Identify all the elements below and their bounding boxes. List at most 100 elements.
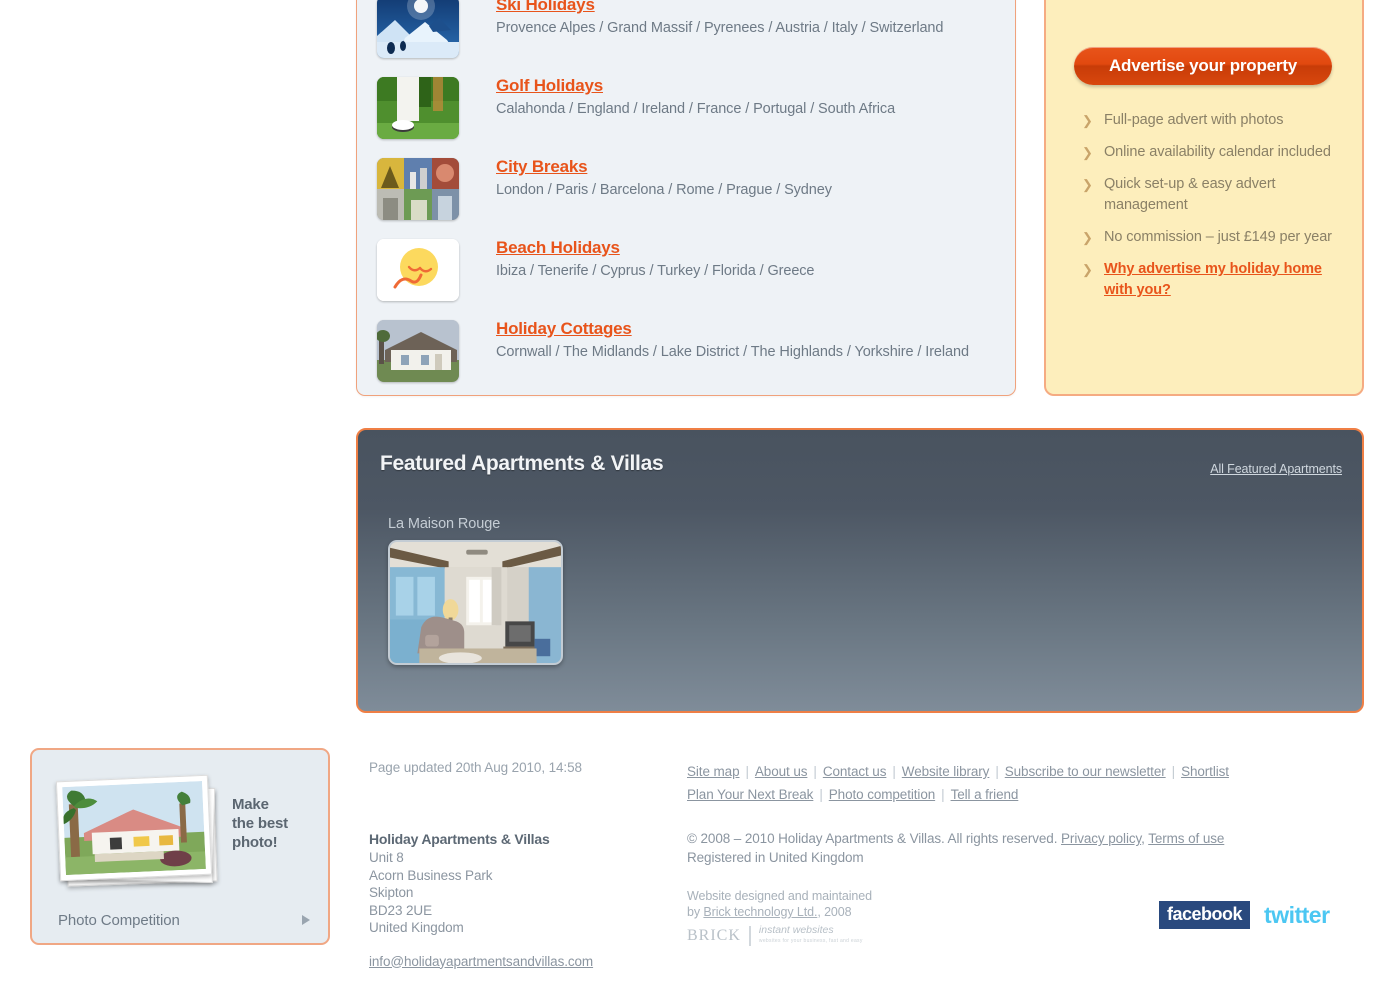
sun-beach-thumbnail[interactable] xyxy=(377,239,459,301)
footer-link-plan-your-next-break[interactable]: Plan Your Next Break xyxy=(687,787,813,802)
chevron-right-icon: ❯ xyxy=(1082,177,1093,192)
address-line: Skipton xyxy=(369,885,414,900)
link-separator: | xyxy=(819,787,823,802)
twitter-icon[interactable]: twitter xyxy=(1264,902,1330,929)
chevron-right-icon: ❯ xyxy=(1082,113,1093,128)
all-featured-apartments-link[interactable]: All Featured Apartments xyxy=(1210,462,1342,476)
advert-benefits-list: ❯ Full-page advert with photos ❯ Online … xyxy=(1082,110,1344,312)
featured-property-item[interactable]: La Maison Rouge xyxy=(388,516,563,665)
play-arrow-icon[interactable] xyxy=(302,915,310,925)
footer-company-name: Holiday Apartments & Villas xyxy=(369,831,550,847)
footer-copyright: © 2008 – 2010 Holiday Apartments & Villa… xyxy=(687,831,1225,865)
link-separator: | xyxy=(892,764,896,779)
featured-property-name: La Maison Rouge xyxy=(388,516,501,532)
address-line: United Kingdom xyxy=(369,920,464,935)
holiday-type-locations: Calahonda / England / Ireland / France /… xyxy=(496,101,896,117)
featured-section-title: Featured Apartments & Villas xyxy=(380,452,664,475)
facebook-icon[interactable]: facebook xyxy=(1159,901,1251,929)
holiday-type-body: Beach Holidays Ibiza / Tenerife / Cyprus… xyxy=(496,237,1016,280)
advert-benefit-text: No commission – just £149 per year xyxy=(1104,229,1332,245)
holiday-type-title[interactable]: City Breaks xyxy=(496,156,588,178)
brick-tagline-text: instant websites xyxy=(758,924,834,936)
brick-technology-link[interactable]: Brick technology Ltd. xyxy=(703,905,817,919)
footer-address: Unit 8 Acorn Business Park Skipton BD23 … xyxy=(369,849,669,937)
chevron-right-icon: ❯ xyxy=(1082,262,1093,277)
advert-benefit-item: ❯ No commission – just £149 per year xyxy=(1082,227,1344,248)
privacy-policy-link[interactable]: Privacy policy xyxy=(1061,831,1141,846)
living-room-photo[interactable] xyxy=(388,540,563,665)
holiday-type-locations: Cornwall / The Midlands / Lake District … xyxy=(496,344,969,360)
featured-apartments-panel: Featured Apartments & Villas All Feature… xyxy=(356,428,1364,713)
advert-benefit-text: Full-page advert with photos xyxy=(1104,112,1284,128)
advert-benefit-item: ❯ Quick set-up & easy advert management xyxy=(1082,174,1344,216)
advertise-your-property-button[interactable]: Advertise your property xyxy=(1074,47,1332,85)
link-separator: | xyxy=(995,764,999,779)
tagline-line: photo! xyxy=(232,834,278,851)
link-separator: | xyxy=(941,787,945,802)
design-by: by xyxy=(687,905,701,919)
page-root: Ski Holidays Provence Alpes / Grand Mass… xyxy=(0,0,1400,1000)
holiday-type-row[interactable]: Golf Holidays Calahonda / England / Irel… xyxy=(377,76,1007,159)
holiday-type-title[interactable]: Golf Holidays xyxy=(496,75,603,97)
link-separator: | xyxy=(745,764,749,779)
footer-link-about-us[interactable]: About us xyxy=(755,764,808,779)
advertise-property-panel: Advertise your property ❯ Full-page adve… xyxy=(1044,0,1364,396)
link-separator: | xyxy=(1171,764,1176,779)
brick-wordmark: BRICK xyxy=(687,927,741,944)
link-separator: | xyxy=(813,764,817,779)
ski-slope-thumbnail[interactable] xyxy=(377,0,459,58)
golf-thumbnail[interactable] xyxy=(377,77,459,139)
advert-benefit-item: ❯ Online availability calendar included xyxy=(1082,142,1344,163)
photo-stack xyxy=(55,774,218,887)
footer-email-link[interactable]: info@holidayapartmentsandvillas.com xyxy=(369,954,669,969)
holiday-type-title[interactable]: Holiday Cottages xyxy=(496,318,632,340)
footer-links-column: Site map | About us | Contact us | Website lib… xyxy=(687,760,1347,920)
holiday-type-body: City Breaks London / Paris / Barcelona /… xyxy=(496,156,1016,199)
advert-benefit-text: Online availability calendar included xyxy=(1104,144,1331,160)
footer-address-column: Page updated 20th Aug 2010, 14:58 Holida… xyxy=(369,760,669,969)
footer-link-website-library[interactable]: Website library xyxy=(902,764,990,779)
page-updated-text: Page updated 20th Aug 2010, 14:58 xyxy=(369,760,582,775)
terms-of-use-link[interactable]: Terms of use xyxy=(1148,831,1224,846)
holiday-type-title[interactable]: Ski Holidays xyxy=(496,0,595,16)
holiday-types-panel: Ski Holidays Provence Alpes / Grand Mass… xyxy=(356,0,1016,396)
holiday-type-body: Golf Holidays Calahonda / England / Irel… xyxy=(496,75,1016,118)
advert-benefit-text: Quick set-up & easy advert management xyxy=(1104,176,1276,213)
photo-competition-label: Photo Competition xyxy=(58,912,180,929)
why-advertise-link[interactable]: Why advertise my holiday home with you? xyxy=(1104,261,1322,298)
cottage-thumbnail[interactable] xyxy=(377,320,459,382)
footer-link-photo-competition[interactable]: Photo competition xyxy=(829,787,935,802)
footer-link-subscribe-newsletter[interactable]: Subscribe to our newsletter xyxy=(1005,764,1166,779)
holiday-type-row[interactable]: Ski Holidays Provence Alpes / Grand Mass… xyxy=(377,0,1007,78)
brick-logo: BRICK instant websites websites for your… xyxy=(687,925,863,947)
social-links: facebook twitter xyxy=(1159,901,1330,929)
holiday-type-locations: Provence Alpes / Grand Massif / Pyrenees… xyxy=(496,20,944,36)
tagline-line: the best xyxy=(232,815,288,832)
advert-benefit-item[interactable]: ❯ Why advertise my holiday home with you… xyxy=(1082,259,1344,301)
holiday-type-row[interactable]: Holiday Cottages Cornwall / The Midlands… xyxy=(377,319,1007,402)
address-line: BD23 2UE xyxy=(369,902,432,918)
holiday-type-body: Holiday Cottages Cornwall / The Midlands… xyxy=(496,318,1016,361)
city-collage-thumbnail[interactable] xyxy=(377,158,459,220)
photo-card-front xyxy=(55,774,213,882)
holiday-type-locations: Ibiza / Tenerife / Cyprus / Turkey / Flo… xyxy=(496,263,815,279)
brick-subtagline-text: websites for your business, fast and eas… xyxy=(758,938,863,944)
footer-link-list: Site map | About us | Contact us | Website lib… xyxy=(687,760,1347,806)
tagline-line: Make xyxy=(232,796,269,813)
photo-competition-tagline: Make the best photo! xyxy=(232,795,288,852)
chevron-right-icon: ❯ xyxy=(1082,230,1093,245)
address-line: Acorn Business Park xyxy=(369,867,493,883)
logo-divider xyxy=(748,926,751,946)
holiday-type-locations: London / Paris / Barcelona / Rome / Prag… xyxy=(496,182,832,198)
footer-link-tell-a-friend[interactable]: Tell a friend xyxy=(951,787,1019,802)
photo-competition-box[interactable]: Make the best photo! Photo Competition xyxy=(30,748,330,945)
holiday-type-title[interactable]: Beach Holidays xyxy=(496,237,620,259)
footer-link-shortlist[interactable]: Shortlist xyxy=(1181,764,1229,779)
footer-link-site-map[interactable]: Site map xyxy=(687,764,740,779)
brick-tagline: instant websites websites for your busin… xyxy=(759,925,863,947)
holiday-type-row[interactable]: City Breaks London / Paris / Barcelona /… xyxy=(377,157,1007,240)
copyright-text: © 2008 – 2010 Holiday Apartments & Villa… xyxy=(687,831,1058,846)
address-line: Unit 8 xyxy=(369,850,404,865)
holiday-type-row[interactable]: Beach Holidays Ibiza / Tenerife / Cyprus… xyxy=(377,238,1007,321)
footer-link-contact-us[interactable]: Contact us xyxy=(823,764,887,779)
